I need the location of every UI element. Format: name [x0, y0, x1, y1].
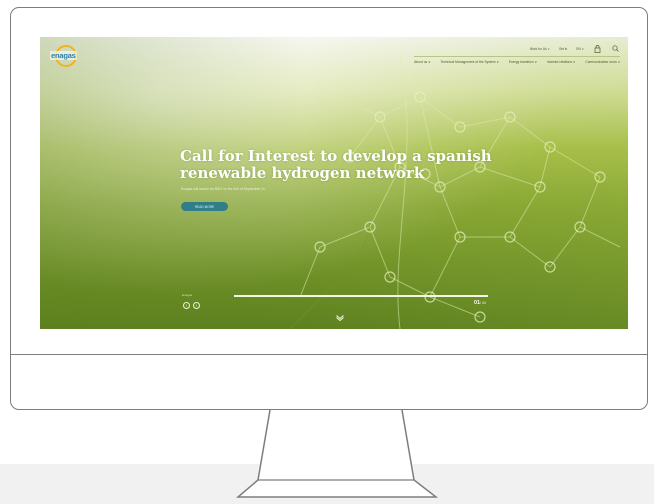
read-more-button[interactable]: READ MORE: [181, 202, 228, 211]
topnav-language[interactable]: EN ∨: [576, 47, 584, 51]
nav-technical-management[interactable]: Technical Management of the System ∨: [441, 60, 499, 64]
main-navigation: About us ∨ Technical Management of the S…: [414, 56, 620, 64]
topnav-get-in[interactable]: Get in: [559, 47, 568, 51]
enagas-logo[interactable]: enagas: [50, 45, 82, 67]
next-slide-button[interactable]: ›: [193, 302, 200, 309]
nav-about-us[interactable]: About us ∨: [414, 60, 430, 64]
slide-total: / 04: [480, 301, 486, 305]
slide-counter: 01/ 04: [474, 300, 486, 306]
nav-communication-room[interactable]: Communication room ∨: [585, 60, 620, 64]
user-icon[interactable]: [593, 44, 602, 53]
topnav-work-for-us[interactable]: Work for Us ∨: [530, 47, 550, 51]
nav-investor-relations[interactable]: Investor relations ∨: [547, 60, 575, 64]
logo-text: enagas: [50, 51, 77, 60]
monitor-bezel-divider: [11, 354, 647, 355]
top-utility-nav: Work for Us ∨ Get in EN ∨: [530, 44, 620, 53]
nav-energy-transition[interactable]: Energy transition ∨: [509, 60, 537, 64]
search-icon[interactable]: [611, 44, 620, 53]
scroll-down-icon[interactable]: [336, 315, 344, 321]
hydrogen-network-map: [289, 56, 621, 329]
hero-title: Call for Interest to develop a spanish r…: [180, 147, 492, 182]
hero-subtitle: Enagas will launch an NBO on the 2nd of …: [181, 187, 265, 191]
previous-slide-button[interactable]: ‹: [183, 302, 190, 309]
desk-surface: [0, 464, 654, 504]
slider-progress-bar: [234, 295, 488, 297]
website-screen: enagas Work for Us ∨ Get in EN ∨ About u…: [40, 37, 628, 329]
slider-label: Enagas: [182, 293, 193, 297]
